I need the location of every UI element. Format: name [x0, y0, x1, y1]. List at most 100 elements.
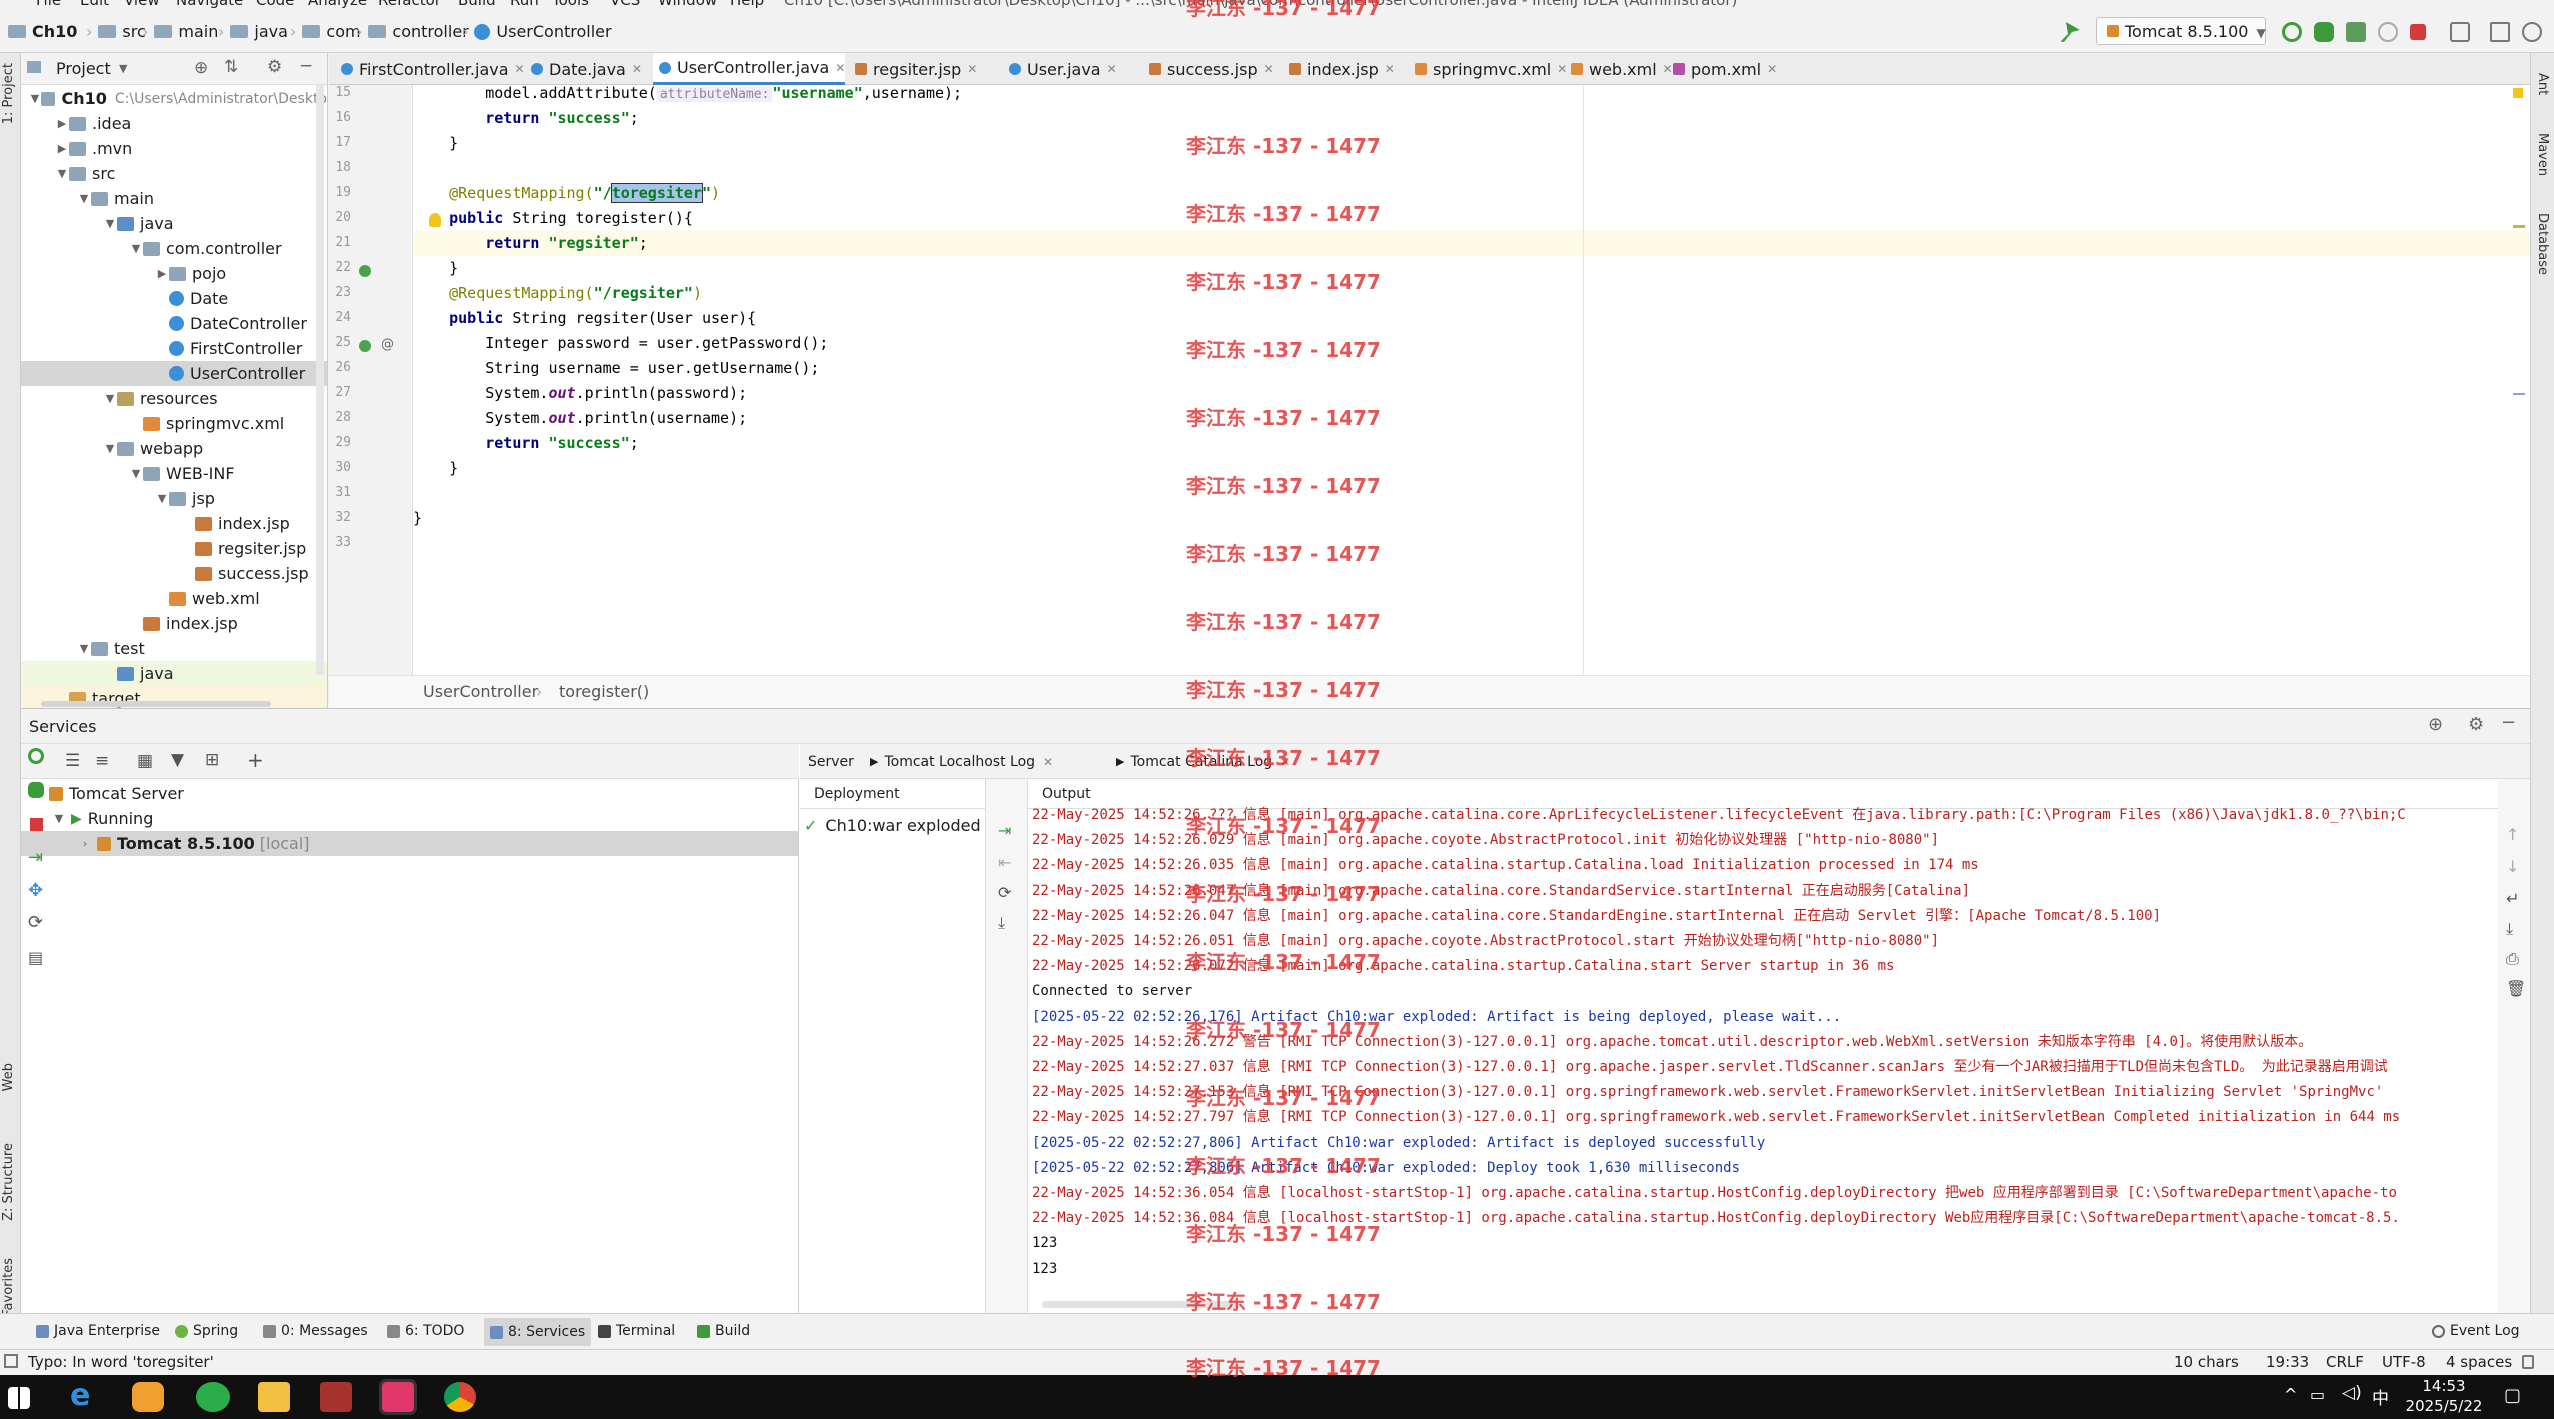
close-icon[interactable]: ✕: [1767, 62, 1777, 76]
chevron-right-icon[interactable]: ›: [73, 837, 97, 850]
menu-analyze[interactable]: Analyze: [308, 0, 367, 9]
menu-window[interactable]: Window: [658, 0, 717, 9]
hide-panel-icon[interactable]: −: [2501, 712, 2516, 733]
tree-item-regsiter-jsp[interactable]: regsiter.jsp: [21, 536, 327, 561]
winrar-icon[interactable]: [320, 1382, 352, 1412]
expand-all-icon[interactable]: ☰: [65, 751, 80, 771]
tab-build[interactable]: Build: [697, 1323, 750, 1339]
chevron-down-icon[interactable]: ▼: [29, 92, 41, 105]
chevron-down-icon[interactable]: ▼: [103, 392, 117, 405]
breadcrumb-class[interactable]: › UserController: [462, 22, 612, 41]
clock-time[interactable]: 14:53: [2404, 1377, 2484, 1395]
menu-navigate[interactable]: Navigate: [176, 0, 243, 9]
layout-icon[interactable]: ▤: [28, 948, 43, 967]
breadcrumb-controller[interactable]: › controller: [356, 22, 469, 41]
group-by-icon[interactable]: ▦: [137, 751, 153, 771]
tab-web-xml[interactable]: web.xml ✕: [1565, 53, 1673, 85]
close-icon[interactable]: ✕: [515, 62, 525, 76]
stop-icon[interactable]: [30, 818, 43, 831]
tab-spring[interactable]: Spring: [175, 1323, 238, 1339]
toggle-tool-windows-icon[interactable]: [4, 1354, 18, 1368]
notification-icon[interactable]: ▢: [2504, 1385, 2521, 1406]
clock-date[interactable]: 2025/5/22: [2404, 1397, 2484, 1415]
tree-item-date[interactable]: Date: [21, 286, 327, 311]
run-with-coverage-icon[interactable]: [2346, 22, 2366, 42]
service-node-running[interactable]: ▼ ▶ Running: [21, 806, 798, 831]
tree-item-index-jsp[interactable]: index.jsp: [21, 511, 327, 536]
chrome-icon[interactable]: [444, 1382, 476, 1412]
tab-success-jsp[interactable]: success.jsp ✕: [1143, 53, 1274, 85]
undeploy-icon[interactable]: ⇤: [998, 853, 1011, 872]
scroll-to-end-icon[interactable]: ⤓: [2506, 919, 2513, 939]
tab-regsiter-jsp[interactable]: regsiter.jsp ✕: [849, 53, 977, 85]
tab-services[interactable]: 8: Services: [484, 1318, 592, 1346]
chevron-down-icon[interactable]: ▼: [47, 812, 71, 825]
move-icon[interactable]: ✥: [28, 880, 43, 901]
rerun-icon[interactable]: [28, 748, 44, 764]
chevron-down-icon[interactable]: ▼: [119, 62, 127, 75]
tool-window-ant[interactable]: Ant: [2535, 73, 2550, 95]
tree-item--mvn[interactable]: ▶ .mvn: [21, 136, 327, 161]
tab-user-java[interactable]: User.java ✕: [1003, 53, 1117, 85]
lock-icon[interactable]: [2522, 1355, 2534, 1369]
breadcrumb-java[interactable]: › java: [218, 22, 288, 41]
tree-item-firstcontroller[interactable]: FirstController: [21, 336, 327, 361]
error-stripe-marker[interactable]: [2513, 393, 2525, 395]
breadcrumb-project[interactable]: Ch10: [8, 22, 77, 41]
code-content[interactable]: model.addAttribute(attributeName: "userna…: [413, 85, 2530, 675]
browser-icon[interactable]: [132, 1382, 164, 1412]
tree-item-springmvc-xml[interactable]: springmvc.xml: [21, 411, 327, 436]
gear-icon[interactable]: ⚙: [267, 57, 282, 77]
warning-marker-icon[interactable]: [2513, 88, 2523, 98]
tab-messages[interactable]: 0: Messages: [263, 1323, 368, 1339]
globe-icon[interactable]: ⊕: [2428, 714, 2443, 735]
deploy-icon[interactable]: ⇥: [28, 847, 43, 868]
menu-file[interactable]: File: [36, 0, 61, 9]
network-icon[interactable]: ▭: [2310, 1385, 2325, 1404]
tree-item--idea[interactable]: ▶ .idea: [21, 111, 327, 136]
chevron-down-icon[interactable]: ▼: [77, 192, 91, 205]
chevron-right-icon[interactable]: ▶: [155, 267, 169, 280]
menu-edit[interactable]: Edit: [80, 0, 109, 9]
tab-todo[interactable]: 6: TODO: [387, 1323, 464, 1339]
deploy-icon[interactable]: ⇥: [998, 821, 1011, 840]
edge-icon[interactable]: e: [70, 1378, 102, 1413]
close-icon[interactable]: ✕: [1385, 62, 1395, 76]
tree-item-com-controller[interactable]: ▼ com.controller: [21, 236, 327, 261]
tool-window-database[interactable]: Database: [2535, 213, 2550, 275]
close-icon[interactable]: ✕: [835, 61, 845, 75]
chevron-down-icon[interactable]: ▼: [77, 642, 91, 655]
status-encoding[interactable]: UTF-8: [2382, 1353, 2426, 1371]
chevron-down-icon[interactable]: ▼: [103, 217, 117, 230]
add-service-icon[interactable]: +: [247, 748, 264, 772]
menu-tools[interactable]: Tools: [552, 0, 589, 9]
status-indent[interactable]: 4 spaces: [2446, 1353, 2512, 1371]
tab-date-java[interactable]: Date.java ✕: [525, 53, 642, 85]
soft-wrap-icon[interactable]: ↵: [2506, 889, 2519, 908]
tree-item-jsp[interactable]: ▼ jsp: [21, 486, 327, 511]
chevron-up-icon[interactable]: ^: [2284, 1385, 2297, 1404]
arrow-down-icon[interactable]: ↓: [2506, 857, 2519, 876]
event-log-button[interactable]: Event Log: [2432, 1323, 2520, 1339]
tree-item-datecontroller[interactable]: DateController: [21, 311, 327, 336]
at-annotation-icon[interactable]: @: [381, 337, 394, 352]
debug-icon[interactable]: [2314, 22, 2334, 42]
menu-vcs[interactable]: VCS: [610, 0, 640, 9]
project-view-selector[interactable]: Project: [56, 59, 111, 78]
volume-icon[interactable]: ◁): [2342, 1383, 2362, 1403]
editor-breadcrumb-method[interactable]: toregister(): [559, 682, 649, 701]
tree-item-main[interactable]: ▼ main: [21, 186, 327, 211]
tree-item-java[interactable]: ▼ java: [21, 211, 327, 236]
new-tab-icon[interactable]: ⊞: [205, 750, 219, 770]
arrow-up-icon[interactable]: ↑: [2506, 825, 2519, 844]
search-everywhere-icon[interactable]: [2522, 22, 2542, 42]
breadcrumb-src[interactable]: › src: [86, 22, 146, 41]
chevron-right-icon[interactable]: ▶: [55, 142, 69, 155]
project-horizontal-scrollbar[interactable]: [41, 701, 271, 707]
debug-icon[interactable]: [28, 782, 44, 798]
output-horizontal-scrollbar[interactable]: [1042, 1301, 1242, 1308]
rerun-icon[interactable]: [2282, 22, 2302, 42]
tree-item-pojo[interactable]: ▶ pojo: [21, 261, 327, 286]
windows-start-icon[interactable]: [8, 1387, 30, 1409]
output-console[interactable]: Output 22-May-2025 14:52:26.??? 信息 [main…: [1028, 779, 2498, 1314]
